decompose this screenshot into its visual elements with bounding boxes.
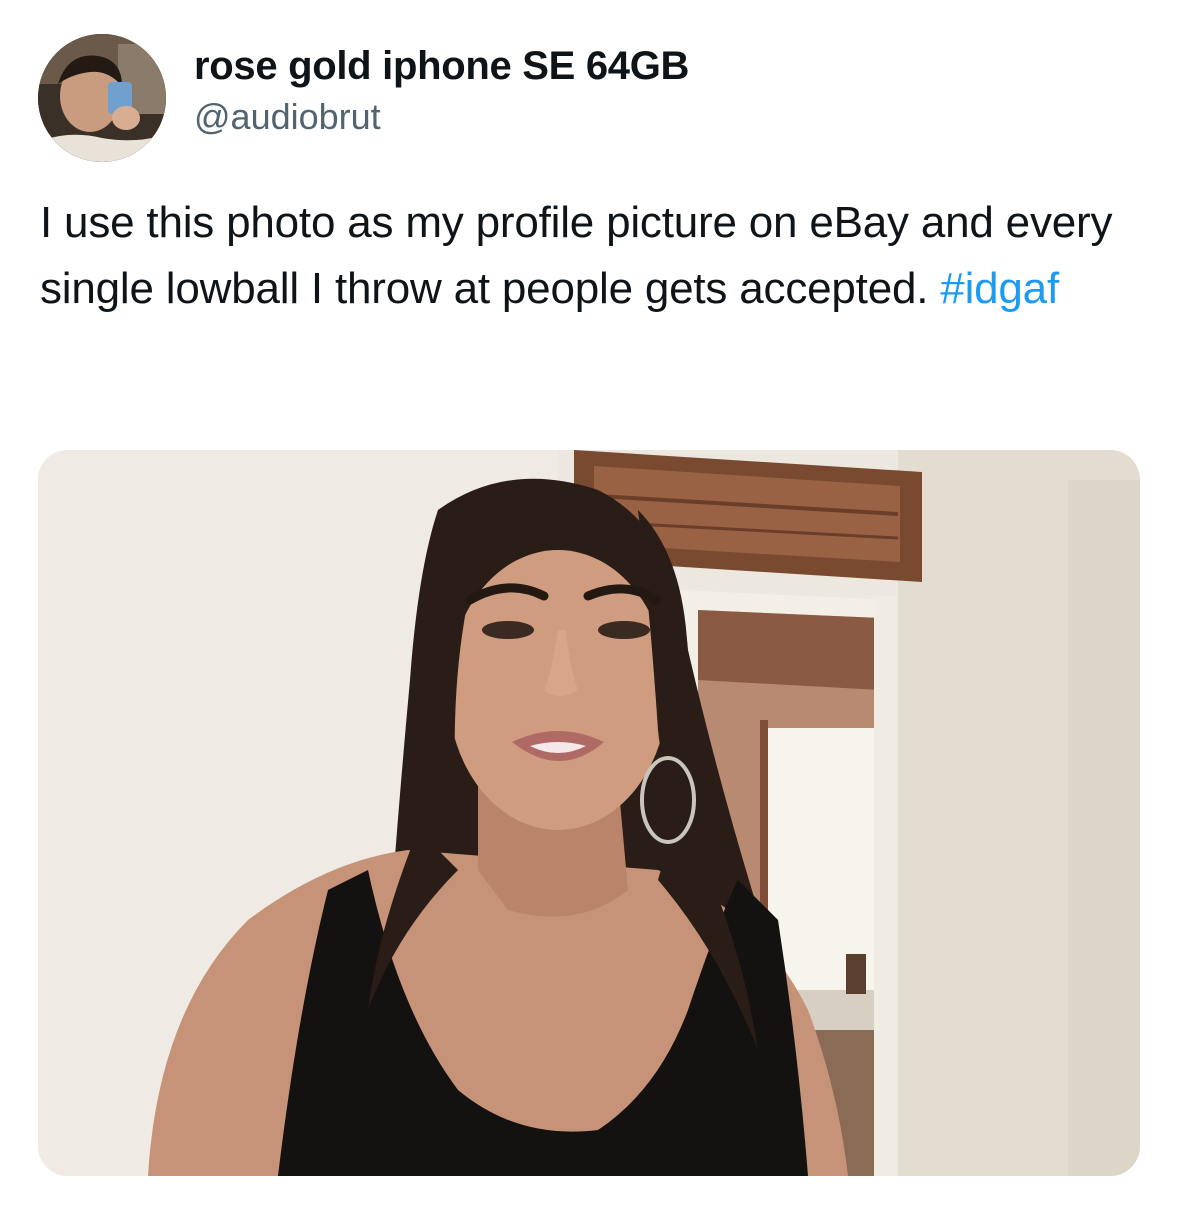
- tweet-text: I use this photo as my profile picture o…: [40, 190, 1150, 322]
- hashtag-link[interactable]: #idgaf: [940, 264, 1059, 313]
- profile-photo-icon: [38, 34, 166, 162]
- author-handle[interactable]: @audiobrut: [194, 96, 381, 138]
- photo-of-woman-selfie: [38, 450, 1140, 1176]
- author-display-name[interactable]: rose gold iphone SE 64GB: [194, 44, 689, 89]
- tweet-card: rose gold iphone SE 64GB @audiobrut I us…: [0, 0, 1179, 1228]
- author-avatar[interactable]: [38, 34, 166, 162]
- tweet-media-photo[interactable]: [38, 450, 1140, 1176]
